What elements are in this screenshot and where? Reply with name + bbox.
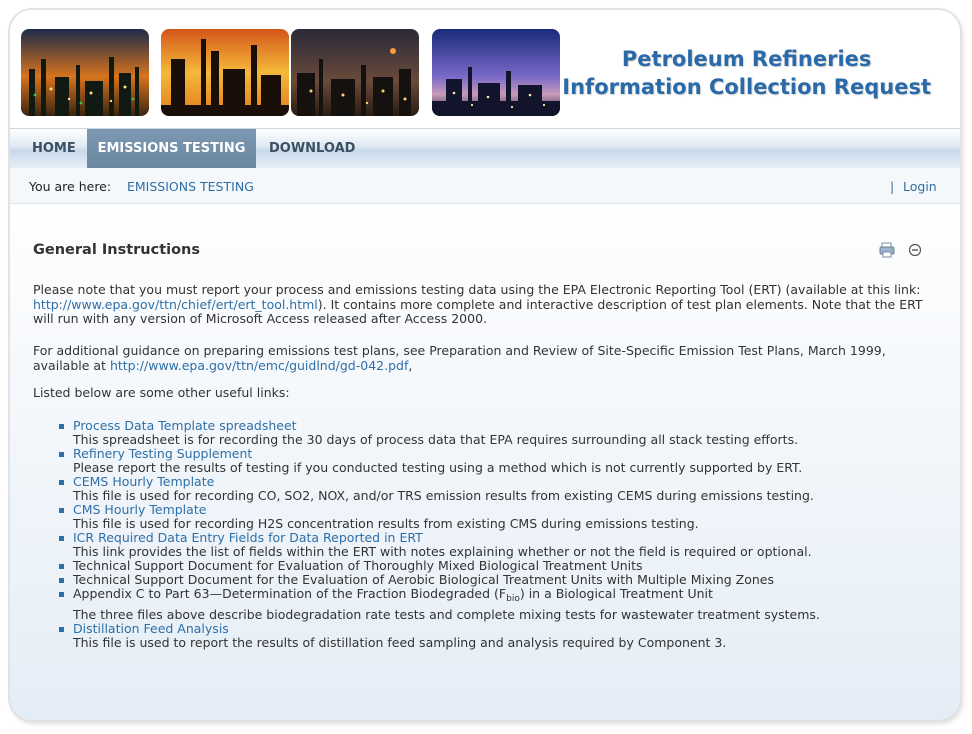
cems-hourly-template-link[interactable]: CEMS Hourly Template [73,474,214,489]
appendix-c-text-after: ) in a Biological Treatment Unit [519,586,713,601]
guidance-text-after: , [408,357,413,373]
list-item: CEMS Hourly Template This file is used f… [57,475,937,503]
list-item-description: This file is used for recording H2S conc… [73,516,699,531]
bullet-icon [59,424,64,429]
breadcrumb-separator: | [890,179,895,194]
bullet-icon [59,452,64,457]
useful-links-list: Process Data Template spreadsheet This s… [57,419,937,650]
process-data-template-link[interactable]: Process Data Template spreadsheet [73,418,297,433]
list-item-description: The three files above describe biodegrad… [73,607,820,622]
bullet-icon [59,627,64,632]
section-title: General Instructions [33,242,201,258]
bullet-icon [59,578,64,583]
list-item: Distillation Feed Analysis This file is … [57,622,937,650]
list-item: CMS Hourly Template This file is used fo… [57,503,937,531]
bullet-icon [59,508,64,513]
list-item: ICR Required Data Entry Fields for Data … [57,531,937,559]
refinery-twilight-photo [432,29,560,116]
list-item-description: This spreadsheet is for recording the 30… [73,432,799,447]
breadcrumb-prefix: You are here: [29,179,112,194]
nav-download[interactable]: DOWNLOAD [257,129,367,169]
refinery-testing-supplement-link[interactable]: Refinery Testing Supplement [73,446,252,461]
site-title-line2: Information Collection Request [562,75,931,99]
page-frame: Petroleum Refineries Information Collect… [10,10,960,720]
icr-required-fields-link[interactable]: ICR Required Data Entry Fields for Data … [73,530,423,545]
site-header: Petroleum Refineries Information Collect… [10,10,960,128]
bullet-icon [59,536,64,541]
ert-instructions: Please note that you must report your pr… [33,282,933,327]
login-link[interactable]: Login [903,179,937,194]
test-plan-guidance: For additional guidance on preparing emi… [33,343,933,373]
bullet-icon [59,564,64,569]
ert-tool-link[interactable]: http://www.epa.gov/ttn/chief/ert/ert_too… [33,297,318,312]
list-item-description: This file is used for recording CO, SO2,… [73,488,814,503]
bullet-icon [59,480,64,485]
refinery-dusk-photo [291,29,419,116]
nav-home[interactable]: HOME [20,129,88,169]
list-item: Process Data Template spreadsheet This s… [57,419,937,447]
list-item-description: This link provides the list of fields wi… [73,544,812,559]
list-item: Appendix C to Part 63—Determination of t… [57,587,937,622]
list-item: Refinery Testing Supplement Please repor… [57,447,937,475]
useful-links-intro: Listed below are some other useful links… [33,385,290,400]
tsd-thoroughly-mixed-item: Technical Support Document for Evaluatio… [73,558,643,573]
list-item-description: Please report the results of testing if … [73,460,803,475]
site-title: Petroleum Refineries Information Collect… [562,45,931,101]
ert-text-before: Please note that you must report your pr… [33,282,921,297]
collapse-icon[interactable] [908,242,924,258]
guidance-pdf-link[interactable]: http://www.epa.gov/ttn/emc/guidlnd/gd-04… [110,358,408,373]
distillation-feed-analysis-link[interactable]: Distillation Feed Analysis [73,621,229,636]
refinery-night-photo [21,29,149,116]
list-item: Technical Support Document for Evaluatio… [57,559,937,573]
tsd-aerobic-item: Technical Support Document for the Evalu… [73,572,775,587]
breadcrumb: You are here: EMISSIONS TESTING | Login [10,168,960,204]
list-item: Technical Support Document for the Evalu… [57,573,937,587]
main-nav: HOME EMISSIONS TESTING DOWNLOAD [10,128,960,169]
cms-hourly-template-link[interactable]: CMS Hourly Template [73,502,206,517]
list-item-description: This file is used to report the results … [73,635,727,650]
refinery-sunset-photo [161,29,289,116]
appendix-c-item: Appendix C to Part 63—Determination of t… [73,586,713,605]
appendix-c-text-before: Appendix C to Part 63—Determination of t… [73,586,507,601]
appendix-c-subscript: bio [506,594,520,604]
print-icon[interactable] [879,242,895,258]
breadcrumb-current[interactable]: EMISSIONS TESTING [127,179,254,194]
bullet-icon [59,592,64,597]
site-title-line1: Petroleum Refineries [621,47,872,71]
nav-emissions-testing[interactable]: EMISSIONS TESTING [87,129,256,169]
